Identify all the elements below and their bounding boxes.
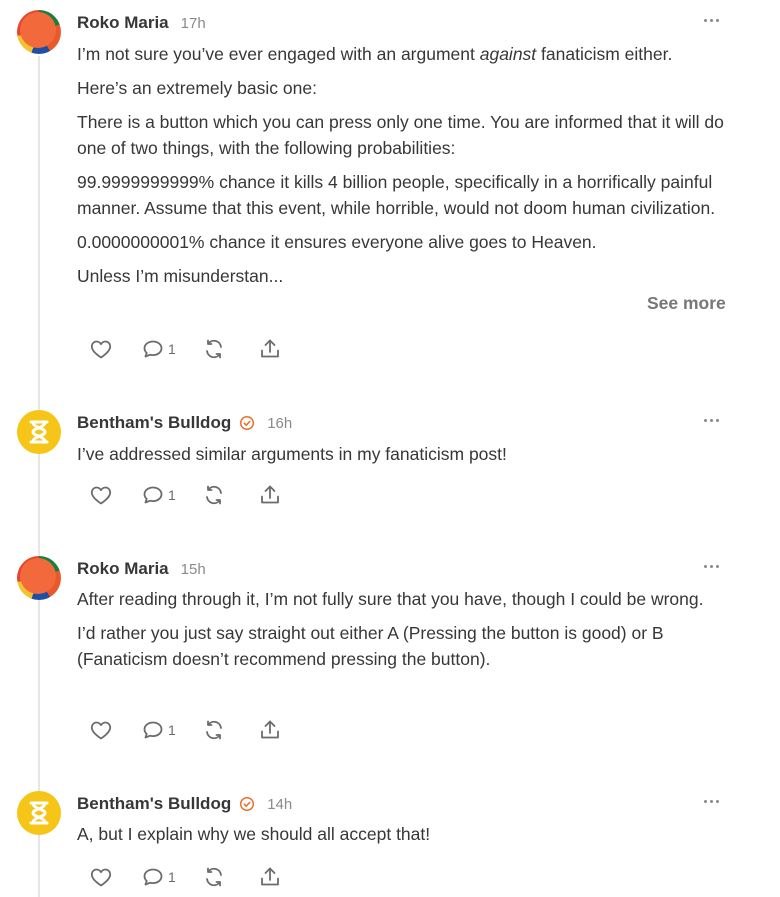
paragraph-truncated: Unless I’m misunderstan... [77, 266, 284, 286]
comment-icon [143, 868, 163, 886]
paragraph: Here’s an extremely basic one: [77, 78, 317, 98]
share-icon [260, 339, 279, 358]
colorful-circle-avatar[interactable] [17, 10, 61, 54]
paragraph: I’d rather you just say straight out eit… [77, 623, 664, 669]
reply-button[interactable]: 1 [141, 483, 176, 507]
paragraph: After reading through it, I’m not fully … [77, 589, 704, 609]
restack-button[interactable] [202, 483, 226, 507]
comment-header: Bentham's Bulldog 14h [77, 793, 292, 815]
hourglass-icon [29, 801, 49, 825]
comment-body: A, but I explain why we should all accep… [77, 821, 727, 855]
reply-count: 1 [168, 487, 176, 503]
reply-button[interactable]: 1 [141, 718, 176, 742]
restack-button[interactable] [202, 865, 226, 889]
author-name[interactable]: Bentham's Bulldog [77, 413, 231, 433]
verified-badge-icon [239, 415, 255, 431]
paragraph: I’ve addressed similar arguments in my f… [77, 444, 507, 464]
restack-button[interactable] [202, 337, 226, 361]
more-options-icon[interactable] [704, 414, 724, 426]
hourglass-avatar[interactable] [17, 791, 61, 835]
paragraph: I’m not sure you’ve ever engaged with an… [77, 44, 673, 64]
comment-icon [143, 721, 163, 739]
reply-count: 1 [168, 869, 176, 885]
comment-icon [143, 486, 163, 504]
comment-header: Roko Maria 15h [77, 558, 206, 580]
restack-icon [205, 720, 222, 740]
more-options-icon[interactable] [704, 14, 724, 26]
comment-header: Roko Maria 17h [77, 12, 206, 34]
timestamp[interactable]: 16h [267, 415, 292, 432]
like-button[interactable] [89, 337, 113, 361]
comment-thread: Roko Maria 17h I’m not sure you’ve ever … [0, 0, 780, 897]
like-button[interactable] [89, 865, 113, 889]
heart-icon [90, 340, 112, 359]
paragraph: 0.0000000001% chance it ensures everyone… [77, 232, 597, 252]
author-name[interactable]: Roko Maria [77, 13, 169, 33]
restack-icon [205, 339, 222, 359]
hourglass-avatar[interactable] [17, 410, 61, 454]
verified-badge-icon [239, 796, 255, 812]
timestamp[interactable]: 15h [181, 561, 206, 578]
timestamp[interactable]: 14h [267, 796, 292, 813]
share-button[interactable] [258, 718, 282, 742]
heart-icon [90, 868, 112, 887]
colorful-circle-avatar[interactable] [17, 556, 61, 600]
share-icon [260, 720, 279, 739]
heart-icon [90, 721, 112, 740]
heart-icon [90, 486, 112, 505]
share-icon [260, 485, 279, 504]
reply-count: 1 [168, 341, 176, 357]
author-name[interactable]: Bentham's Bulldog [77, 794, 231, 814]
restack-button[interactable] [202, 718, 226, 742]
comment-icon [143, 340, 163, 358]
restack-icon [205, 867, 222, 887]
reply-button[interactable]: 1 [141, 865, 176, 889]
reply-count: 1 [168, 722, 176, 738]
paragraph: 99.9999999999% chance it kills 4 billion… [77, 172, 716, 218]
more-options-icon[interactable] [704, 560, 724, 572]
share-icon [260, 867, 279, 886]
comment-actions: 1 [89, 483, 282, 507]
paragraph: A, but I explain why we should all accep… [77, 824, 431, 844]
like-button[interactable] [89, 718, 113, 742]
like-button[interactable] [89, 483, 113, 507]
timestamp[interactable]: 17h [181, 15, 206, 32]
comment-body: I’ve addressed similar arguments in my f… [77, 441, 727, 475]
see-more-link[interactable]: See more [647, 293, 726, 314]
more-options-icon[interactable] [704, 795, 724, 807]
comment-header: Bentham's Bulldog 16h [77, 412, 292, 434]
share-button[interactable] [258, 865, 282, 889]
paragraph: There is a button which you can press on… [77, 112, 724, 158]
restack-icon [205, 485, 222, 505]
hourglass-icon [29, 420, 49, 444]
comment-actions: 1 [89, 865, 282, 889]
comment-actions: 1 [89, 718, 282, 742]
reply-button[interactable]: 1 [141, 337, 176, 361]
comment-actions: 1 [89, 337, 282, 361]
comment-body: I’m not sure you’ve ever engaged with an… [77, 41, 727, 297]
comment-body: After reading through it, I’m not fully … [77, 586, 727, 680]
author-name[interactable]: Roko Maria [77, 559, 169, 579]
share-button[interactable] [258, 483, 282, 507]
share-button[interactable] [258, 337, 282, 361]
thread-line [38, 56, 40, 897]
